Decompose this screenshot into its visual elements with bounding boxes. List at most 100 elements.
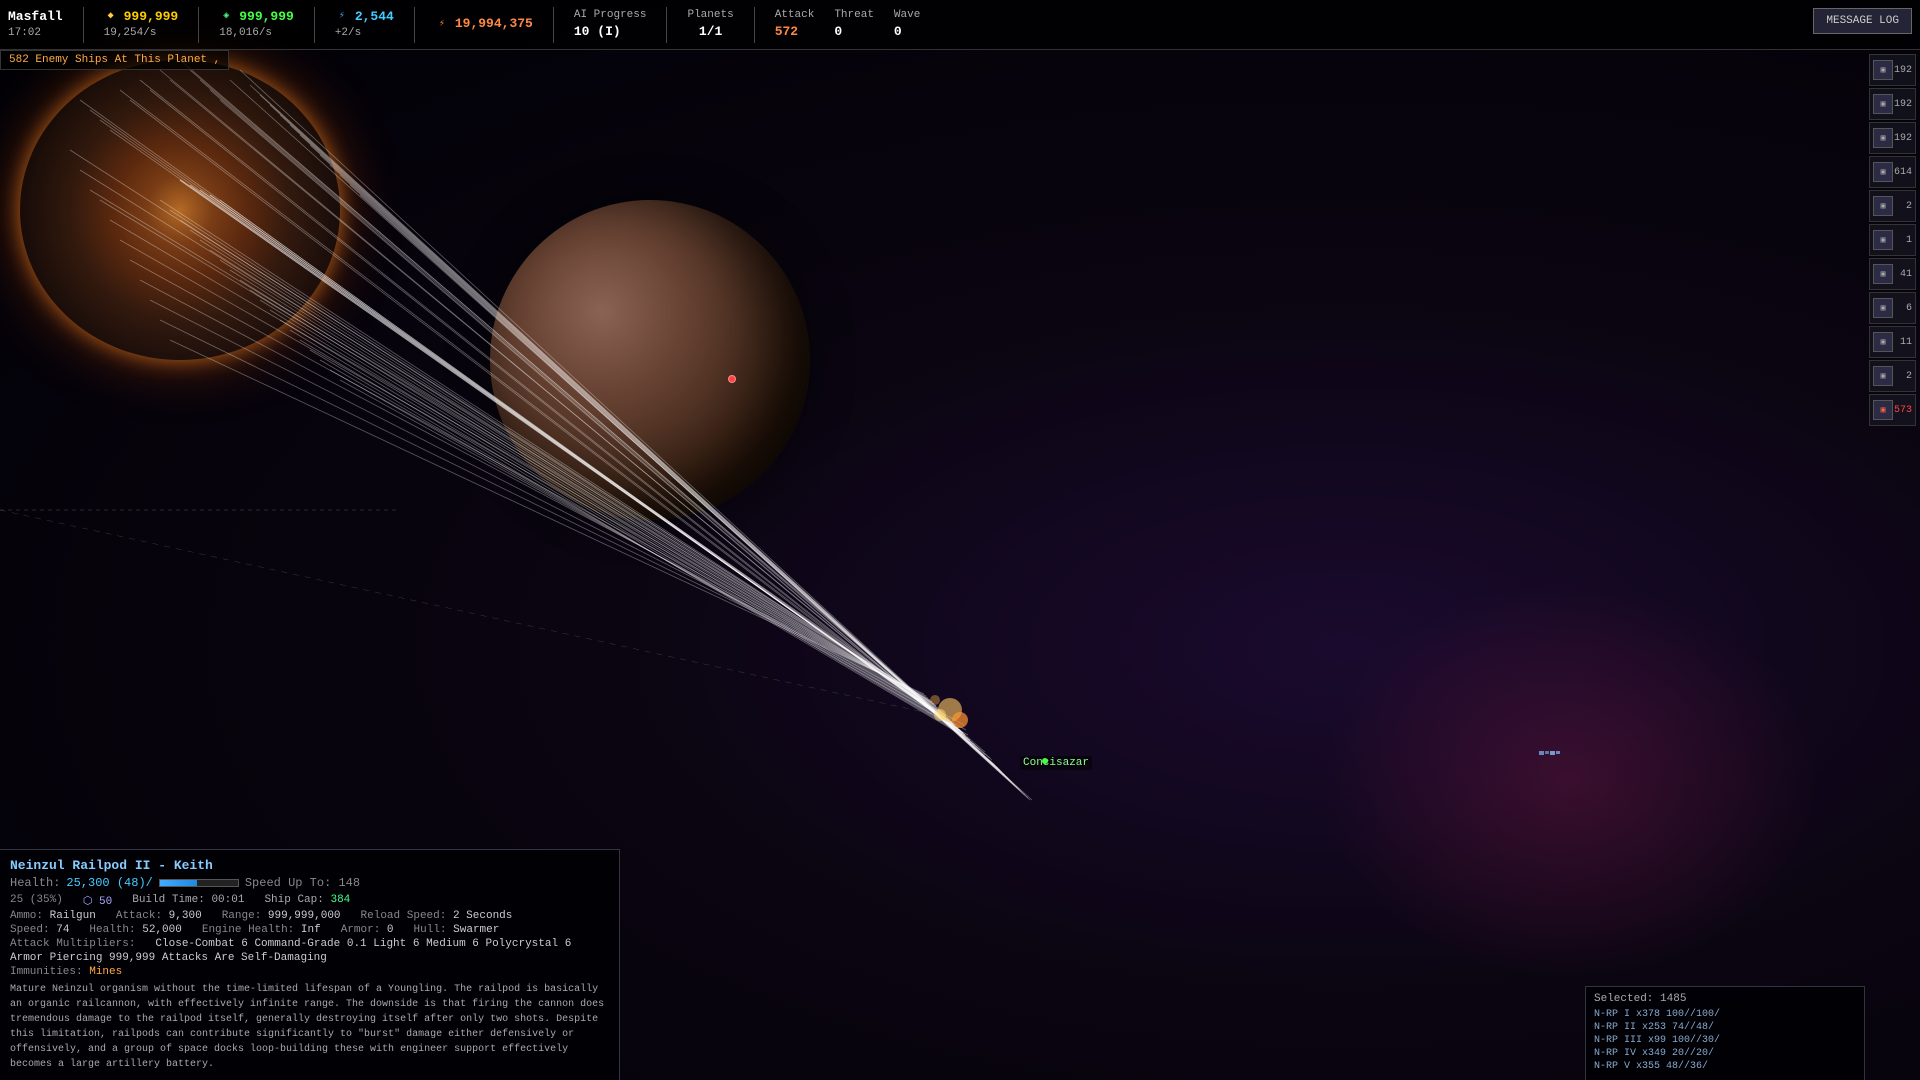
- unit-icon-5: ▣: [1873, 230, 1893, 250]
- health-current: 25,300 (48)/: [66, 876, 152, 890]
- science-value: 2,544: [355, 8, 394, 26]
- sidebar-unit-7[interactable]: ▣ 6: [1869, 292, 1916, 324]
- unit-count-3: 614: [1894, 167, 1912, 178]
- selected-item-0: N-RP I x378 100//100/: [1594, 1009, 1856, 1020]
- nebula-decoration: [1320, 580, 1820, 980]
- ai-progress-value: 10 (I): [574, 23, 647, 41]
- unit-count-2: 192: [1894, 133, 1912, 144]
- build-time: Build Time: 00:01: [132, 894, 244, 908]
- hud-divider-3: [314, 7, 315, 43]
- unit-count-0: 192: [1894, 65, 1912, 76]
- combat-stats-row: Ammo: Railgun Attack: 9,300 Range: 999,9…: [10, 910, 609, 922]
- unit-icon-4: ▣: [1873, 196, 1893, 216]
- science-icon: ⚡: [335, 10, 349, 24]
- right-sidebar: ▣ 192 ▣ 192 ▣ 192 ▣ 614 ▣ 2 ▣ 1 ▣ 41 ▣ 6…: [1865, 50, 1920, 430]
- unit-count-6: 41: [1900, 269, 1912, 280]
- health-stat: Health: 52,000: [89, 924, 181, 936]
- selected-item-3: N-RP IV x349 20//20/: [1594, 1048, 1856, 1059]
- threat-hud: Threat 0: [834, 8, 874, 42]
- range-stat: Range: 999,999,000: [222, 910, 341, 922]
- attack-mult-row: Attack Multipliers: Close-Combat 6 Comma…: [10, 938, 609, 950]
- top-hud: Masfall 17:02 ◆ 999,999 19,254/s ◈ 999,9…: [0, 0, 1920, 50]
- crystal-icon: ◈: [219, 10, 233, 24]
- selected-item-2: N-RP III x99 100//30/: [1594, 1035, 1856, 1046]
- ai-progress-label: AI Progress: [574, 8, 647, 23]
- health-bar-fill: [160, 880, 197, 886]
- planet-info: Masfall 17:02: [8, 8, 63, 42]
- unit-count-10: 573: [1894, 405, 1912, 416]
- metal-resource: ◆ 999,999 19,254/s: [104, 8, 179, 42]
- energy-resource: ⚡ 19,994,375: [435, 15, 533, 33]
- ship-cap-label: Ship Cap: 384: [264, 894, 350, 908]
- sidebar-unit-8[interactable]: ▣ 11: [1869, 326, 1916, 358]
- unit-count-4: 2: [1906, 201, 1912, 212]
- sidebar-unit-5[interactable]: ▣ 1: [1869, 224, 1916, 256]
- attack-hud: Attack 572: [775, 8, 815, 42]
- crystal-value: 999,999: [239, 8, 294, 26]
- attack-label: Attack: [775, 8, 815, 23]
- sidebar-unit-3[interactable]: ▣ 614: [1869, 156, 1916, 188]
- wave-label: Wave: [894, 8, 920, 23]
- unit-icon-1: ▣: [1873, 94, 1893, 114]
- sidebar-unit-6[interactable]: ▣ 41: [1869, 258, 1916, 290]
- sidebar-unit-0[interactable]: ▣ 192: [1869, 54, 1916, 86]
- concisazar-label: Concisazar: [1020, 756, 1092, 770]
- sidebar-unit-1[interactable]: ▣ 192: [1869, 88, 1916, 120]
- crystal-rate: 18,016/s: [219, 26, 294, 41]
- planets-value: 1/1: [699, 23, 722, 41]
- wave-value: 0: [894, 23, 920, 41]
- energy-value: 19,994,375: [455, 15, 533, 33]
- planet-marker: [728, 375, 736, 383]
- hull-stat: Hull: Swarmer: [414, 924, 500, 936]
- crystal-resource: ◈ 999,999 18,016/s: [219, 8, 294, 42]
- threat-value: 0: [834, 23, 874, 41]
- speed-up-label: Speed Up To: 148: [245, 876, 360, 890]
- sidebar-unit-4[interactable]: ▣ 2: [1869, 190, 1916, 222]
- hud-divider-4: [414, 7, 415, 43]
- unit-count-1: 192: [1894, 99, 1912, 110]
- metal-value: 999,999: [124, 8, 179, 26]
- enemy-count-bar: 582 Enemy Ships At This Planet ,: [0, 50, 229, 70]
- planet-name: Masfall: [8, 8, 63, 26]
- attack-value: 572: [775, 23, 815, 41]
- selected-item-4: N-RP V x355 48//36/: [1594, 1061, 1856, 1072]
- sidebar-unit-2[interactable]: ▣ 192: [1869, 122, 1916, 154]
- reload-stat: Reload Speed: 2 Seconds: [361, 910, 513, 922]
- unit-count-5: 1: [1906, 235, 1912, 246]
- build-stats-row: 25 (35%) ⬡ 50 Build Time: 00:01 Ship Cap…: [10, 894, 609, 908]
- message-log-button[interactable]: MESSAGE LOG: [1813, 8, 1912, 34]
- shield-display: ⬡ 50: [83, 894, 112, 908]
- sidebar-unit-10[interactable]: ▣ 573: [1869, 394, 1916, 426]
- unit-icon-0: ▣: [1873, 60, 1893, 80]
- ship-info-panel: Neinzul Railpod II - Keith Health: 25,30…: [0, 849, 620, 1080]
- unit-icon-10: ▣: [1873, 400, 1893, 420]
- metal-rate: 19,254/s: [104, 26, 179, 41]
- planet[interactable]: [490, 200, 810, 520]
- unit-icon-2: ▣: [1873, 128, 1893, 148]
- unit-icon-9: ▣: [1873, 366, 1893, 386]
- metal-icon: ◆: [104, 10, 118, 24]
- ai-progress: AI Progress 10 (I): [574, 8, 647, 42]
- hud-divider-7: [754, 7, 755, 43]
- ammo-stat: Ammo: Railgun: [10, 910, 96, 922]
- attack-stat: Attack: 9,300: [116, 910, 202, 922]
- selected-item-1: N-RP II x253 74//48/: [1594, 1022, 1856, 1033]
- hud-divider-2: [198, 7, 199, 43]
- wave-hud: Wave 0: [894, 8, 920, 42]
- immunities-row: Immunities: Mines: [10, 966, 609, 978]
- unit-icon-3: ▣: [1873, 162, 1893, 182]
- health-label-display: Health:: [10, 876, 60, 890]
- armor-piercing-row: Armor Piercing 999,999 Attacks Are Self-…: [10, 952, 609, 964]
- fleet-blob[interactable]: [20, 60, 340, 360]
- science-resource: ⚡ 2,544 +2/s: [335, 8, 394, 42]
- selected-panel: Selected: 1485 N-RP I x378 100//100/ N-R…: [1585, 986, 1865, 1080]
- unit-icon-8: ▣: [1873, 332, 1893, 352]
- hud-divider-1: [83, 7, 84, 43]
- planets-label: Planets: [687, 8, 733, 23]
- unit-icon-7: ▣: [1873, 298, 1893, 318]
- sidebar-unit-9[interactable]: ▣ 2: [1869, 360, 1916, 392]
- health-bar-container: Health: 25,300 (48)/ Speed Up To: 148: [10, 876, 609, 890]
- unit-icon-6: ▣: [1873, 264, 1893, 284]
- physical-stats-row: Speed: 74 Health: 52,000 Engine Health: …: [10, 924, 609, 936]
- game-time: 17:02: [8, 26, 63, 41]
